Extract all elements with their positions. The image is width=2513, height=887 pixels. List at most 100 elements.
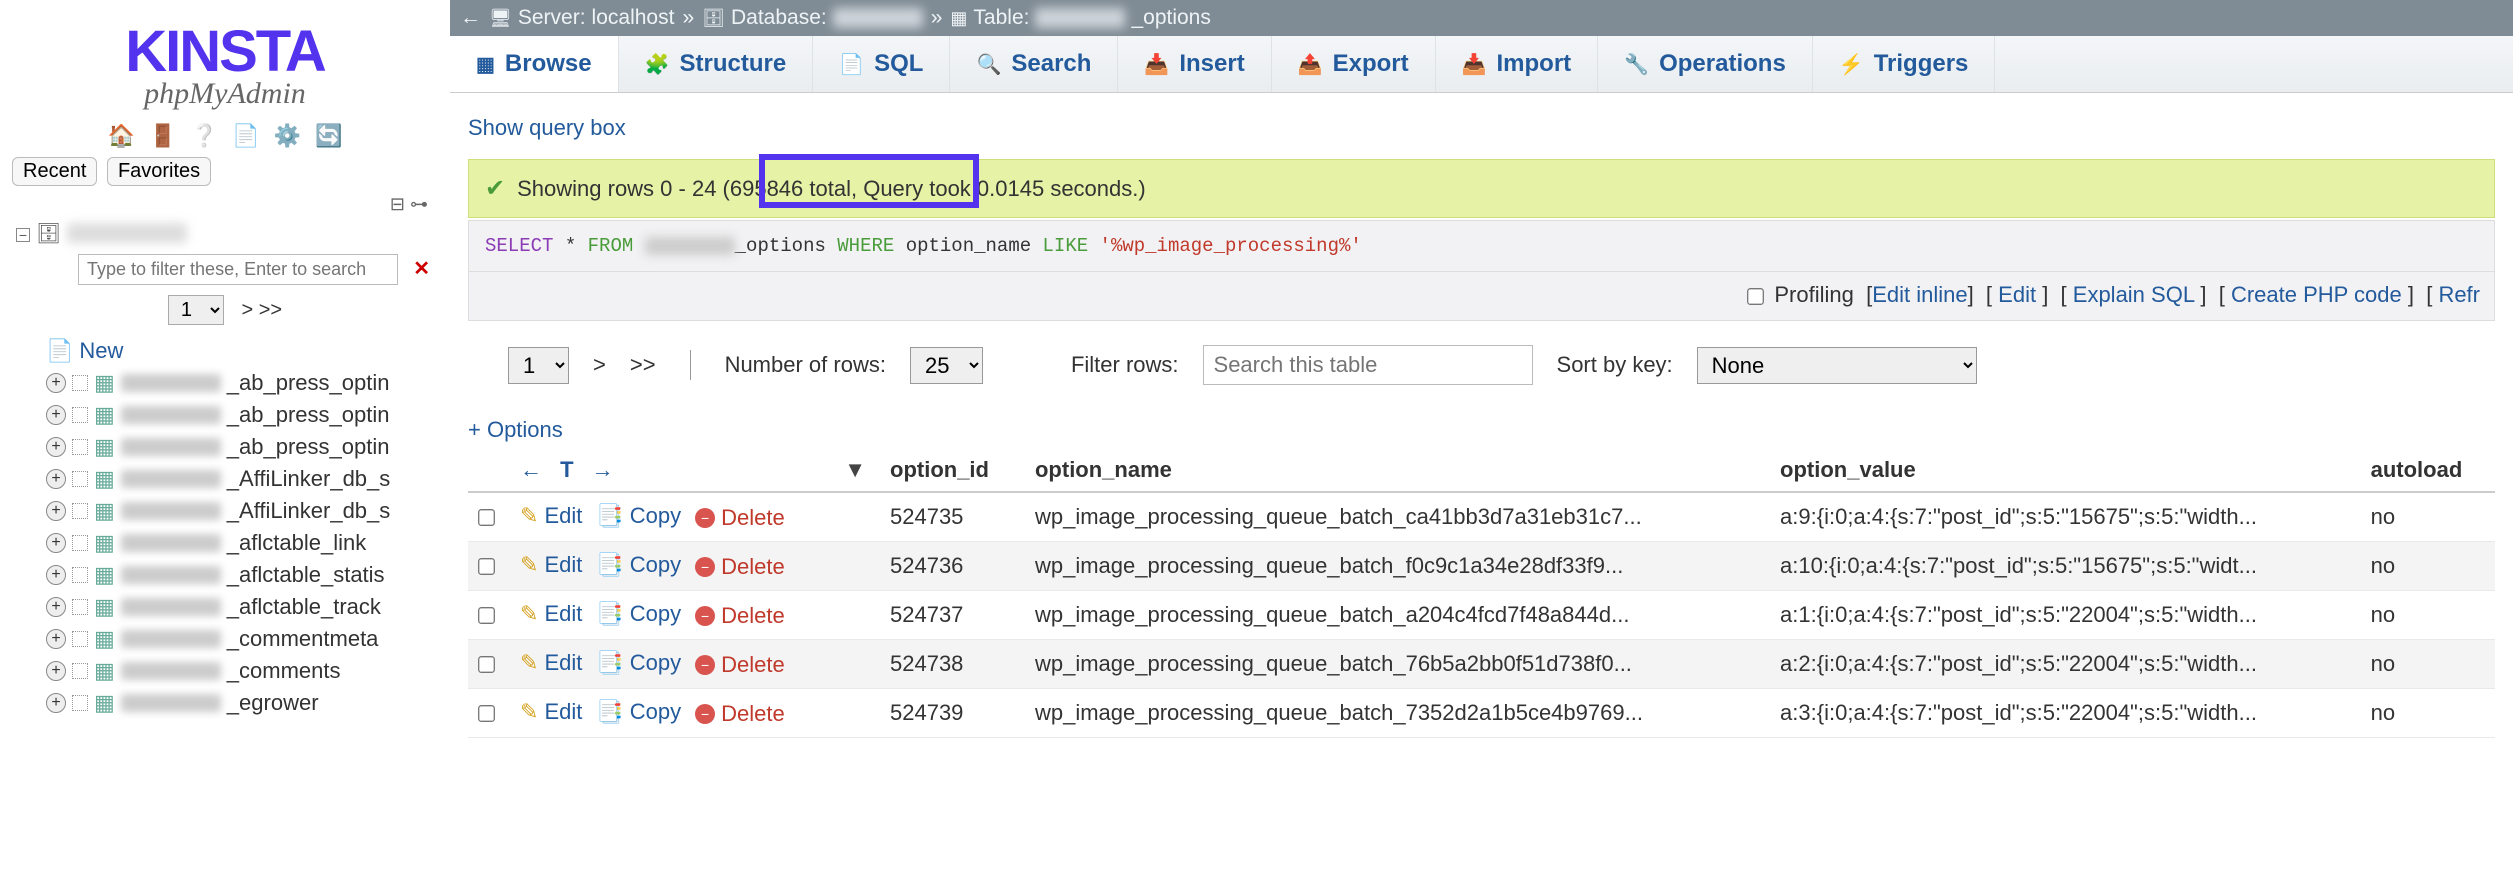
server-icon: 🖥 (489, 8, 512, 29)
show-query-box-link[interactable]: Show query box (468, 115, 2495, 141)
col-option-id[interactable]: option_id (878, 449, 1023, 492)
logout-icon[interactable]: 🚪 (149, 123, 176, 148)
breadcrumb-table[interactable]: ▦Table: _options (950, 6, 1210, 30)
tree-table-item[interactable]: +▦_egrower (46, 687, 442, 719)
tree-table-item[interactable]: +▦_aflctable_link (46, 527, 442, 559)
collapse-controls[interactable]: ⊟ ⊶ (8, 194, 442, 215)
numrows-select[interactable]: 25 (910, 347, 983, 384)
row-delete-link[interactable]: −Delete (695, 505, 785, 531)
clear-filter-icon[interactable]: ✕ (413, 256, 430, 281)
row-edit-link[interactable]: ✎Edit (520, 503, 582, 529)
numrows-label: Number of rows: (725, 352, 886, 378)
sort-indicator-icon[interactable]: ▼ (844, 457, 866, 483)
row-checkbox[interactable] (478, 705, 495, 722)
settings-icon[interactable]: ⚙️ (274, 123, 301, 148)
phpmyadmin-logo: phpMyAdmin (8, 77, 442, 111)
check-icon: ✔ (485, 174, 505, 203)
explain-sql-link[interactable]: Explain SQL (2073, 282, 2194, 307)
page-select[interactable]: 1 (508, 347, 569, 384)
home-icon[interactable]: 🏠 (107, 123, 134, 148)
cell-option-id: 524738 (878, 640, 1023, 689)
next-page[interactable]: > (593, 352, 606, 378)
docs-icon[interactable]: 📄 (232, 123, 259, 148)
tree-table-item[interactable]: +▦_AffiLinker_db_s (46, 495, 442, 527)
profiling-checkbox[interactable] (1747, 288, 1764, 305)
edit-inline-link[interactable]: Edit inline (1872, 282, 1967, 307)
tree-table-item[interactable]: +▦_ab_press_optin (46, 399, 442, 431)
row-copy-link[interactable]: 📑Copy (596, 503, 681, 529)
tab-insert[interactable]: 📥Insert (1118, 36, 1271, 92)
row-edit-link[interactable]: ✎Edit (520, 650, 582, 676)
row-copy-link[interactable]: 📑Copy (596, 650, 681, 676)
tree-filter-input[interactable] (78, 254, 398, 285)
tab-operations[interactable]: 🔧Operations (1598, 36, 1813, 92)
row-delete-link[interactable]: −Delete (695, 652, 785, 678)
cell-option-name: wp_image_processing_queue_batch_ca41bb3d… (1023, 492, 1768, 542)
breadcrumb-database[interactable]: 🗄Database: (702, 6, 923, 30)
create-php-link[interactable]: Create PHP code (2231, 282, 2402, 307)
tree-next-page[interactable]: > >> (241, 299, 282, 321)
row-edit-link[interactable]: ✎Edit (520, 699, 582, 725)
row-checkbox[interactable] (478, 509, 495, 526)
cell-option-name: wp_image_processing_queue_batch_76b5a2bb… (1023, 640, 1768, 689)
options-toggle[interactable]: + Options (468, 417, 2495, 443)
sortkey-label: Sort by key: (1557, 352, 1673, 378)
copy-icon: 📑 (596, 699, 623, 725)
filter-rows-label: Filter rows: (1071, 352, 1179, 378)
tab-search[interactable]: 🔍Search (950, 36, 1118, 92)
tree-table-item[interactable]: +▦_commentmeta (46, 623, 442, 655)
row-edit-link[interactable]: ✎Edit (520, 601, 582, 627)
tab-structure[interactable]: 🧩Structure (619, 36, 814, 92)
row-delete-link[interactable]: −Delete (695, 554, 785, 580)
tree-table-item[interactable]: +▦_ab_press_optin (46, 367, 442, 399)
tree-new-table[interactable]: 📄New (46, 335, 442, 367)
breadcrumb-server[interactable]: 🖥Server: localhost (489, 6, 674, 30)
refresh-link[interactable]: Refr (2438, 282, 2480, 307)
pencil-icon: ✎ (520, 601, 538, 627)
tree-page-select[interactable]: 1 (168, 295, 224, 325)
last-page[interactable]: >> (630, 352, 656, 378)
row-copy-link[interactable]: 📑Copy (596, 552, 681, 578)
tab-triggers[interactable]: ⚡Triggers (1813, 36, 1996, 92)
tree-table-item[interactable]: +▦_ab_press_optin (46, 431, 442, 463)
tree-table-item[interactable]: +▦_comments (46, 655, 442, 687)
success-text: Showing rows 0 - 24 (695846 total, Query… (517, 176, 1146, 202)
col-option-name[interactable]: option_name (1023, 449, 1768, 492)
row-edit-link[interactable]: ✎Edit (520, 552, 582, 578)
favorites-button[interactable]: Favorites (107, 157, 211, 186)
db-tree-root[interactable]: −🗄 (16, 221, 442, 246)
export-icon: 📤 (1298, 52, 1323, 77)
tree-table-item[interactable]: +▦_aflctable_track (46, 591, 442, 623)
tree-table-item[interactable]: +▦_aflctable_statis (46, 559, 442, 591)
row-delete-link[interactable]: −Delete (695, 701, 785, 727)
pencil-icon: ✎ (520, 650, 538, 676)
col-autoload[interactable]: autoload (2359, 449, 2495, 492)
tree-table-item[interactable]: +▦_AffiLinker_db_s (46, 463, 442, 495)
cell-autoload: no (2359, 591, 2495, 640)
row-checkbox[interactable] (478, 656, 495, 673)
pencil-icon: ✎ (520, 552, 538, 578)
edit-sql-link[interactable]: Edit (1998, 282, 2036, 307)
tab-import[interactable]: 📥Import (1436, 36, 1599, 92)
row-checkbox[interactable] (478, 558, 495, 575)
reload-icon[interactable]: 🔄 (315, 123, 342, 148)
pencil-icon: ✎ (520, 503, 538, 529)
sortkey-select[interactable]: None (1697, 347, 1977, 384)
help-icon[interactable]: ❔ (191, 123, 218, 148)
row-copy-link[interactable]: 📑Copy (596, 601, 681, 627)
row-delete-link[interactable]: −Delete (695, 603, 785, 629)
row-checkbox[interactable] (478, 607, 495, 624)
filter-rows-input[interactable] (1203, 345, 1533, 385)
recent-button[interactable]: Recent (12, 157, 97, 186)
row-copy-link[interactable]: 📑Copy (596, 699, 681, 725)
browse-icon: ▦ (476, 52, 495, 77)
col-option-value[interactable]: option_value (1768, 449, 2359, 492)
row-action-arrows[interactable]: ← T → (520, 457, 620, 482)
tab-sql[interactable]: 📄SQL (813, 36, 950, 92)
back-icon[interactable]: ← (460, 6, 481, 30)
tab-browse[interactable]: ▦Browse (450, 36, 619, 92)
delete-icon: − (695, 557, 715, 577)
tab-export[interactable]: 📤Export (1272, 36, 1436, 92)
copy-icon: 📑 (596, 650, 623, 676)
cell-option-value: a:2:{i:0;a:4:{s:7:"post_id";s:5:"22004";… (1768, 640, 2359, 689)
